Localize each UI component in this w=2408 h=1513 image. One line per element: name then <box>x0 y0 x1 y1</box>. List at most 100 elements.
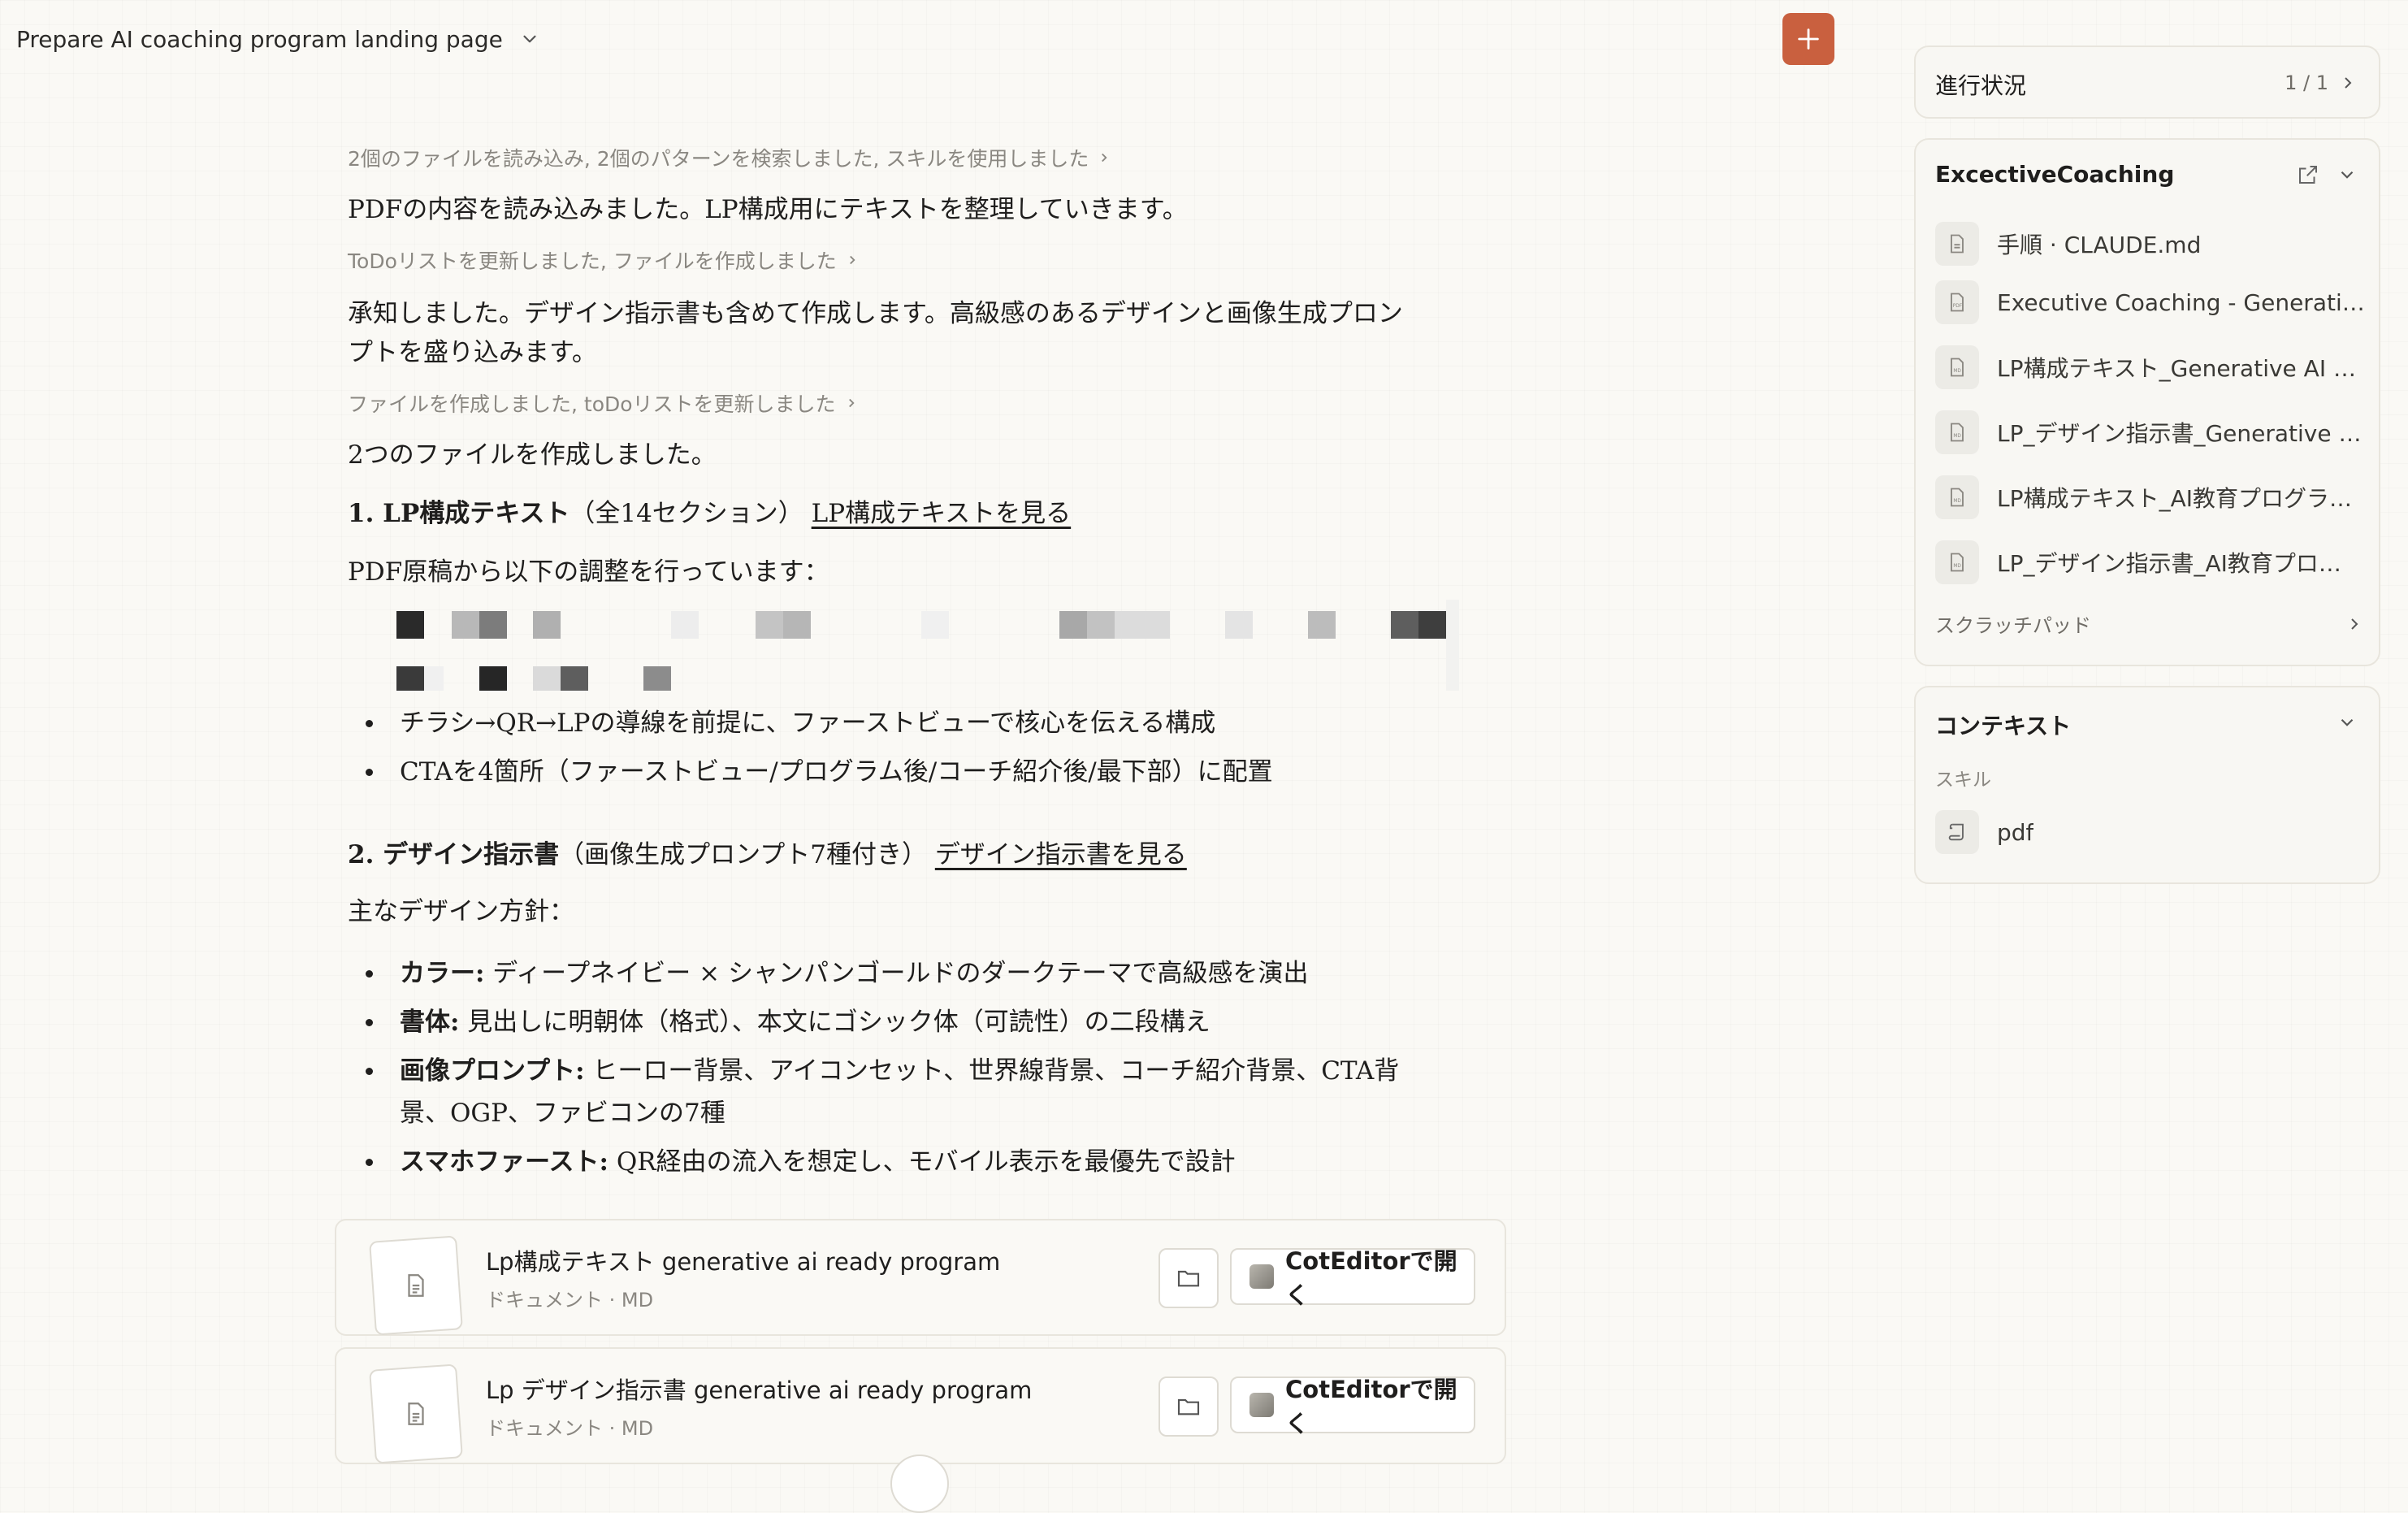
tool-activity-text: 2個のファイルを読み込み, 2個のパターンを検索しました, スキルを使用しました <box>348 147 1089 171</box>
assistant-message: 承知しました。デザイン指示書も含めて作成します。高級感のあるデザインと画像生成プ… <box>348 299 1403 328</box>
tool-activity-summary[interactable]: ToDoリストを更新しました, ファイルを作成しました <box>348 245 860 275</box>
folder-panel: ExcectiveCoaching 手順 · CLAUDE.md PDF Exe… <box>1914 138 2380 666</box>
file-label: Executive Coaching - Generativ… <box>1997 288 2366 316</box>
svg-text:MD: MD <box>1953 369 1961 374</box>
design-policy-list: カラー: ディープネイビー × シャンパンゴールドのダークテーマで高級感を演出 … <box>348 952 1399 1183</box>
file-label: LP構成テキスト_AI教育プログラ… <box>1997 485 2353 512</box>
chevron-right-icon <box>849 255 855 265</box>
folder-file-item[interactable]: MD LP_デザイン指示書_AI教育プロ… <box>1935 540 2366 585</box>
pdf-icon: PDF <box>1935 280 1979 324</box>
tool-activity-text: ToDoリストを更新しました, ファイルを作成しました <box>348 249 837 273</box>
conversation-title-bar[interactable]: Prepare AI coaching program landing page <box>16 18 540 60</box>
scroll-icon <box>1935 810 1979 854</box>
document-thumbnail <box>369 1235 463 1336</box>
skill-item[interactable]: pdf <box>1935 809 2366 855</box>
scratchpad-label: スクラッチパッド <box>1935 614 2091 637</box>
tool-activity-text: ファイルを作成しました, toDoリストを更新しました <box>348 392 836 416</box>
tool-activity-summary[interactable]: ファイルを作成しました, toDoリストを更新しました <box>348 388 859 418</box>
list-item: スマホファースト: QR経由の流入を想定し、モバイル表示を最優先で設計 <box>348 1141 1399 1183</box>
folder-file-item[interactable]: MD LP_デザイン指示書_Generative … <box>1935 410 2366 455</box>
folder-file-item[interactable]: MD LP構成テキスト_AI教育プログラ… <box>1935 475 2366 520</box>
section-heading: 2. デザイン指示書（画像生成プロンプト7種付き） デザイン指示書を見る <box>348 835 1187 874</box>
scratchpad-item[interactable]: スクラッチパッド <box>1935 609 2366 642</box>
assistant-message: 2つのファイルを作成しました。 <box>348 440 717 470</box>
document-thumbnail <box>369 1363 463 1464</box>
coteditor-app-icon <box>1249 1393 1274 1417</box>
chevron-right-icon <box>2351 618 2358 630</box>
file-type: ドキュメント · MD <box>486 1417 654 1440</box>
chevron-down-icon[interactable] <box>2337 712 2358 733</box>
md-icon: MD <box>1935 345 1979 389</box>
file-card[interactable]: Lp構成テキスト generative ai ready program ドキュ… <box>335 1219 1506 1336</box>
chevron-down-icon[interactable] <box>519 28 540 50</box>
progress-count: 1 / 1 <box>2285 72 2328 94</box>
folder-file-item[interactable]: 手順 · CLAUDE.md <box>1935 221 2366 267</box>
file-card[interactable]: Lp デザイン指示書 generative ai ready program ド… <box>335 1347 1506 1464</box>
show-in-folder-button[interactable] <box>1159 1248 1219 1308</box>
list-item: カラー: ディープネイビー × シャンパンゴールドのダークテーマで高級感を演出 <box>348 952 1399 995</box>
file-label: LP_デザイン指示書_AI教育プロ… <box>1997 550 2341 577</box>
list-item: CTAを4箇所（ファーストビュー/プログラム後/コーチ紹介後/最下部）に配置 <box>348 751 1273 793</box>
svg-text:MD: MD <box>1953 564 1961 569</box>
list-item-text: ディープネイビー × シャンパンゴールドのダークテーマで高級感を演出 <box>484 959 1309 988</box>
open-button-label: CotEditorで開く <box>1285 1376 1457 1437</box>
list-item: 画像プロンプト: ヒーロー背景、アイコンセット、世界線背景、コーチ紹介背景、CT… <box>348 1050 1399 1134</box>
file-type: ドキュメント · MD <box>486 1289 654 1311</box>
section-title: 2. デザイン指示書 <box>348 840 560 869</box>
adjustment-list: チラシ→QR→LPの導線を前提に、ファーストビューで核心を伝える構成 CTAを4… <box>348 702 1273 793</box>
view-lp-text-link[interactable]: LP構成テキストを見る <box>812 499 1072 528</box>
list-item: チラシ→QR→LPの導線を前提に、ファーストビューで核心を伝える構成 <box>348 702 1273 744</box>
list-item-label: 画像プロンプト: <box>400 1056 585 1086</box>
section-subtitle: （全14セクション） <box>570 499 803 528</box>
svg-text:MD: MD <box>1953 434 1961 439</box>
conversation-title[interactable]: Prepare AI coaching program landing page <box>16 26 503 53</box>
open-button-label: CotEditorで開く <box>1285 1247 1457 1309</box>
scroll-down-button[interactable] <box>890 1454 949 1513</box>
assistant-message: PDFの内容を読み込みました。LP構成用にテキストを整理していきます。 <box>348 195 1188 224</box>
section-heading: 1. LP構成テキスト（全14セクション） LP構成テキストを見る <box>348 494 1071 533</box>
plus-icon <box>1798 28 1819 50</box>
folder-title: ExcectiveCoaching <box>1935 161 2175 188</box>
context-panel: コンテキスト スキル pdf <box>1914 686 2380 884</box>
coteditor-app-icon <box>1249 1264 1274 1289</box>
chevron-right-icon <box>1102 153 1107 163</box>
view-design-doc-link[interactable]: デザイン指示書を見る <box>935 840 1187 869</box>
new-task-button[interactable] <box>1782 13 1834 65</box>
file-name: Lp デザイン指示書 generative ai ready program <box>486 1376 1033 1404</box>
open-in-coteditor-button[interactable]: CotEditorで開く <box>1230 1376 1475 1437</box>
list-item-label: カラー: <box>400 959 485 988</box>
svg-text:PDF: PDF <box>1953 304 1963 309</box>
chevron-right-icon[interactable] <box>2338 73 2358 93</box>
tool-activity-summary[interactable]: 2個のファイルを読み込み, 2個のパターンを検索しました, スキルを使用しました <box>348 143 1111 172</box>
file-label: LP_デザイン指示書_Generative … <box>1997 420 2362 447</box>
section-intro: PDF原稿から以下の調整を行っています： <box>348 557 829 587</box>
progress-panel[interactable]: 進行状況 1 / 1 <box>1914 46 2380 119</box>
document-icon <box>408 1402 424 1425</box>
svg-text:MD: MD <box>1953 499 1961 504</box>
show-in-folder-button[interactable] <box>1159 1376 1219 1437</box>
section-subtitle: （画像生成プロンプト7種付き） <box>559 840 927 869</box>
md-icon: MD <box>1935 540 1979 584</box>
context-title: コンテキスト <box>1935 713 2072 739</box>
list-item-text-continued: 景、OGP、ファビコンの7種 <box>400 1099 725 1128</box>
document-icon <box>408 1274 424 1297</box>
list-item: 書体: 見出しに明朝体（格式）、本文にゴシック体（可読性）の二段構え <box>348 1001 1399 1043</box>
file-label: LP構成テキスト_Generative AI R… <box>1997 355 2366 382</box>
md-icon: MD <box>1935 410 1979 454</box>
redacted-content <box>357 598 1479 692</box>
list-item-label: スマホファースト: <box>400 1147 608 1177</box>
skill-section-label: スキル <box>1935 770 1991 791</box>
progress-label: 進行状況 <box>1935 72 2027 99</box>
folder-icon <box>1177 1270 1200 1287</box>
list-item-text: QR経由の流入を想定し、モバイル表示を最優先で設計 <box>608 1147 1236 1177</box>
folder-file-item[interactable]: PDF Executive Coaching - Generativ… <box>1935 280 2366 325</box>
open-in-coteditor-button[interactable]: CotEditorで開く <box>1230 1247 1475 1309</box>
chevron-right-icon <box>848 398 855 408</box>
file-label: 手順 · CLAUDE.md <box>1997 232 2202 258</box>
section-intro: 主なデザイン方針： <box>348 897 574 926</box>
folder-file-item[interactable]: MD LP構成テキスト_Generative AI R… <box>1935 345 2366 390</box>
skill-label: pdf <box>1997 818 2034 846</box>
open-external-icon[interactable] <box>2296 163 2320 187</box>
chevron-down-icon[interactable] <box>2337 164 2358 185</box>
list-item-text: ヒーロー背景、アイコンセット、世界線背景、コーチ紹介背景、CTA背 <box>584 1056 1400 1086</box>
